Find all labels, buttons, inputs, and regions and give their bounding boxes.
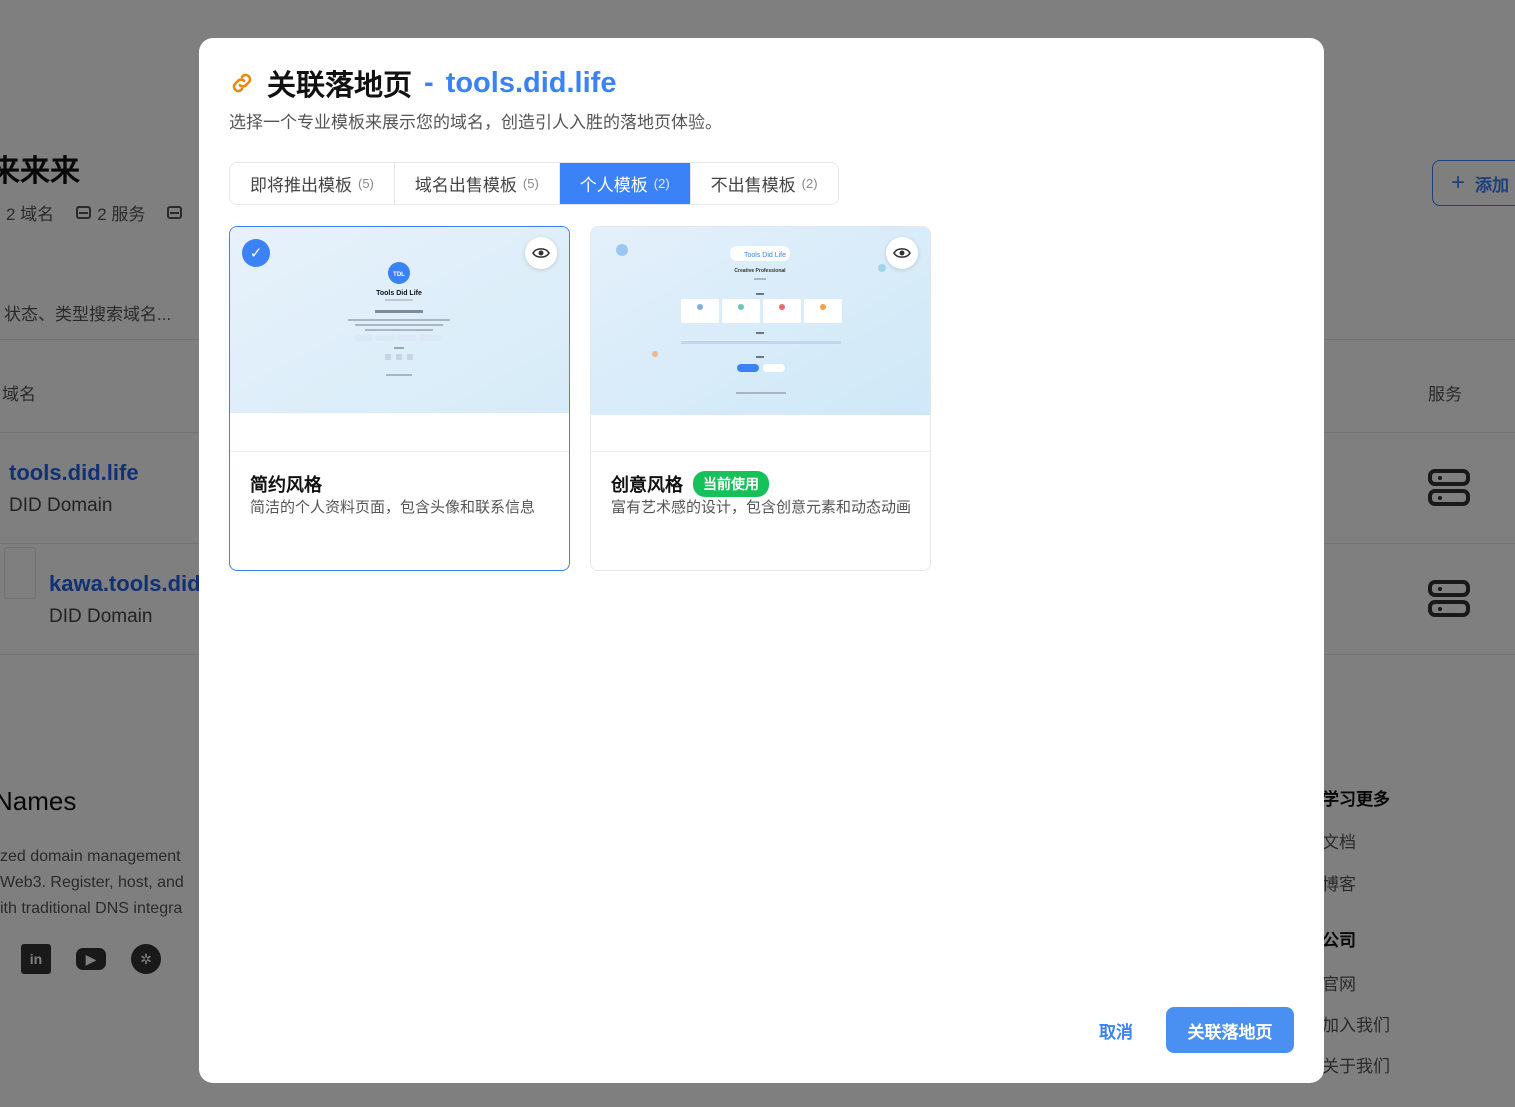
template-card-simple[interactable]: TDL Tools Did Life ✓ 简约风格 简洁的个人资料页面，包含头像…	[229, 226, 570, 571]
title-separator: -	[424, 66, 434, 99]
tab-count: (5)	[522, 176, 539, 191]
template-name: 简约风格	[250, 475, 322, 495]
template-card-creative[interactable]: Tools Did Life Creative Professional 创意风…	[590, 226, 931, 571]
template-preview: TDL Tools Did Life	[230, 227, 569, 415]
tab-count: (5)	[358, 176, 374, 191]
link-landing-page-dialog: 关联落地页 - tools.did.life 选择一个专业模板来展示您的域名，创…	[199, 38, 1324, 1083]
tab-domain-sale[interactable]: 域名出售模板 (5)	[394, 163, 560, 204]
check-icon: ✓	[242, 239, 270, 267]
tab-label: 域名出售模板	[414, 176, 517, 195]
preview-button[interactable]	[886, 237, 918, 269]
dialog-title-text: 关联落地页	[267, 70, 413, 102]
dialog-title-domain: tools.did.life	[445, 66, 617, 99]
template-preview-image: Tools Did Life Creative Professional	[591, 227, 930, 415]
template-name-row: 简约风格	[250, 471, 322, 497]
template-name: 创意风格	[611, 475, 683, 495]
tab-label: 即将推出模板	[250, 176, 352, 195]
eye-icon	[532, 248, 550, 258]
cancel-button[interactable]: 取消	[1083, 1007, 1149, 1053]
card-divider	[591, 451, 930, 452]
tab-coming-soon[interactable]: 即将推出模板 (5)	[230, 163, 395, 204]
preview-title: Tools Did Life	[744, 252, 786, 259]
dialog-subtitle: 选择一个专业模板来展示您的域名，创造引人入胜的落地页体验。	[229, 113, 722, 132]
template-desc: 富有艺术感的设计，包含创意元素和动态动画	[611, 499, 912, 516]
tab-label: 不出售模板	[710, 176, 796, 195]
tab-personal[interactable]: 个人模板 (2)	[559, 163, 691, 204]
template-preview: Tools Did Life Creative Professional	[591, 227, 930, 415]
template-desc: 简洁的个人资料页面，包含头像和联系信息	[250, 499, 536, 516]
template-name-row: 创意风格 当前使用	[611, 471, 769, 497]
tab-count: (2)	[801, 176, 818, 191]
tab-count: (2)	[653, 176, 670, 191]
template-preview-image: TDL Tools Did Life	[230, 227, 569, 413]
dialog-title: 关联落地页 - tools.did.life	[229, 62, 616, 104]
preview-logo: TDL	[393, 272, 405, 278]
card-divider	[230, 451, 569, 452]
eye-icon	[893, 248, 911, 258]
preview-button[interactable]	[525, 237, 557, 269]
tab-label: 个人模板	[579, 176, 648, 195]
tab-not-for-sale[interactable]: 不出售模板 (2)	[690, 163, 838, 204]
link-landing-page-button[interactable]: 关联落地页	[1166, 1007, 1294, 1053]
current-use-badge: 当前使用	[693, 471, 769, 497]
preview-subtitle: Creative Professional	[734, 268, 786, 274]
preview-title: Tools Did Life	[376, 290, 422, 297]
link-icon	[232, 73, 252, 93]
template-tabs: 即将推出模板 (5) 域名出售模板 (5) 个人模板 (2) 不出售模板 (2)	[229, 162, 839, 205]
